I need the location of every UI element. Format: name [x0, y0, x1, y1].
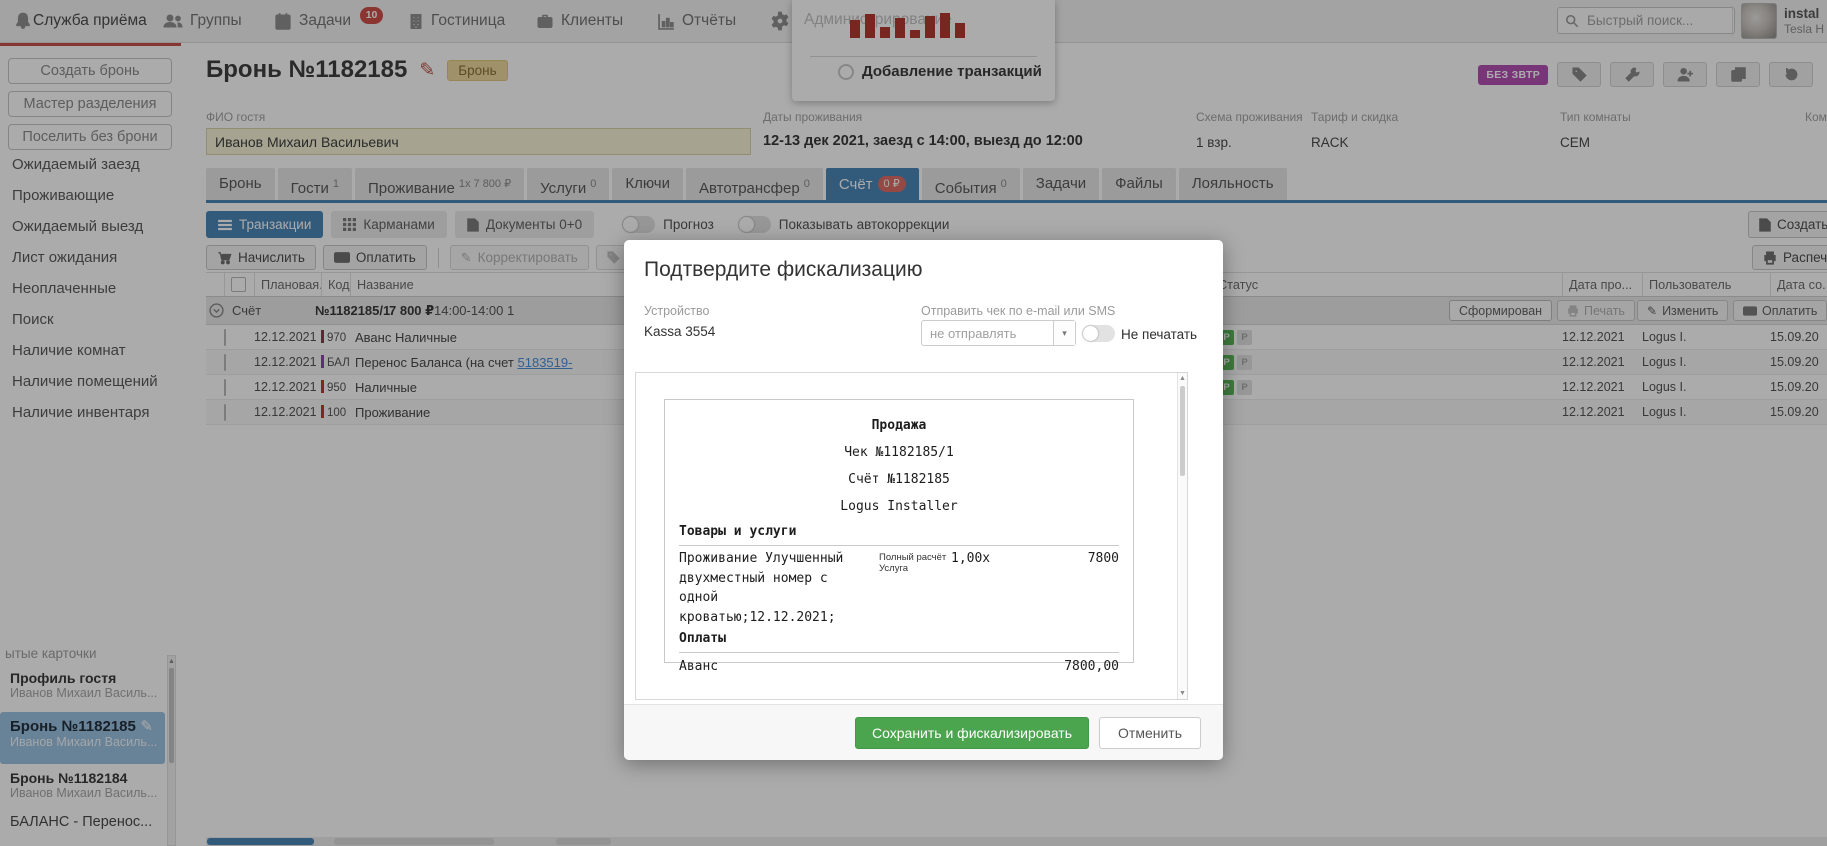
receipt-vendor: Logus Installer	[679, 493, 1119, 520]
divider	[679, 545, 1119, 546]
receipt-scrollbar[interactable]: ▲ ▼	[1177, 373, 1187, 699]
receipt-item-row: Проживание Улучшенный двухместный номер …	[679, 549, 1119, 627]
receipt-payment-name: Аванс	[679, 656, 718, 677]
receipt-account-number: Счёт №1182185	[679, 466, 1119, 493]
send-receipt-value: не отправлять	[930, 326, 1016, 341]
cancel-button[interactable]: Отменить	[1099, 717, 1201, 749]
receipt-title: Продажа	[679, 412, 1119, 439]
no-print-toggle[interactable]	[1082, 325, 1115, 342]
receipt-goods-header: Товары и услуги	[679, 520, 1119, 544]
no-print-label: Не печатать	[1121, 327, 1197, 342]
receipt-item-qty: 1,00x	[951, 549, 1011, 627]
send-receipt-label: Отправить чек по e-mail или SMS	[921, 304, 1115, 318]
save-and-fiscalize-button[interactable]: Сохранить и фискализировать	[855, 717, 1089, 749]
divider	[679, 652, 1119, 653]
modal-title: Подтвердите фискализацию	[644, 258, 923, 282]
chevron-down-icon: ▾	[1053, 321, 1075, 345]
device-value: Kassa 3554	[644, 324, 715, 339]
app-window: Служба приёма Группы Задачи 10 Гостиница…	[0, 0, 1827, 846]
receipt-item-amount: 7800	[1011, 549, 1119, 627]
receipt-item-name: Проживание Улучшенный двухместный номер …	[679, 549, 879, 627]
receipt-payments-header: Оплаты	[679, 627, 1119, 651]
receipt-payment-amount: 7800,00	[1064, 656, 1119, 677]
send-receipt-select[interactable]: не отправлять ▾	[921, 320, 1076, 346]
receipt-preview-container: Продажа Чек №1182185/1 Счёт №1182185 Log…	[635, 372, 1188, 700]
fiscalization-modal: Подтвердите фискализацию Устройство Kass…	[624, 240, 1223, 760]
receipt-item-meta: Полный расчёт Услуга	[879, 549, 951, 627]
modal-footer: Сохранить и фискализировать Отменить	[624, 704, 1223, 760]
receipt-check-number: Чек №1182185/1	[679, 439, 1119, 466]
receipt-payment-row: Аванс 7800,00	[679, 656, 1119, 677]
device-label: Устройство	[644, 304, 709, 318]
receipt-preview: Продажа Чек №1182185/1 Счёт №1182185 Log…	[664, 399, 1134, 663]
